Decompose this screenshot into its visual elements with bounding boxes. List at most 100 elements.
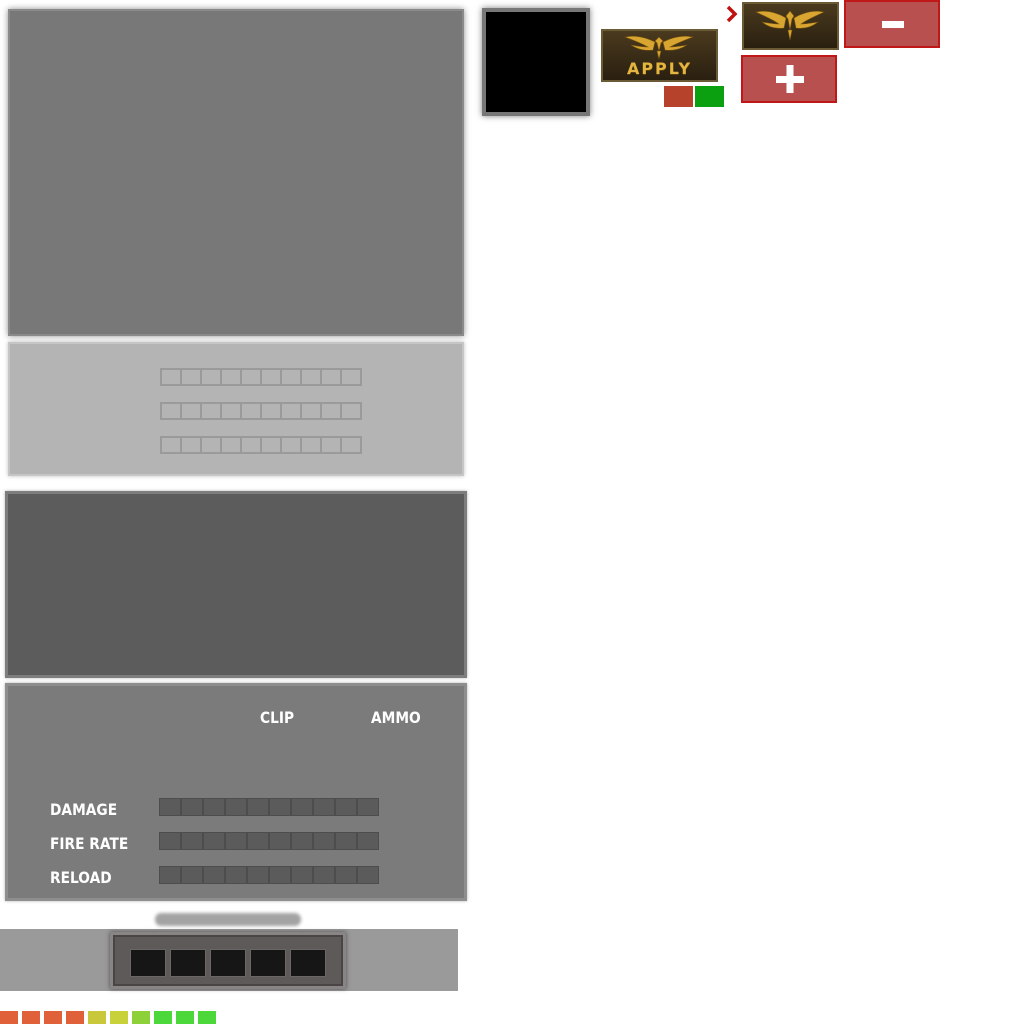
hotbar-slot[interactable] [210,949,246,977]
bar-segment [180,368,202,386]
apply-button[interactable]: APPLY [601,29,718,82]
color-ramp-square [198,1011,216,1024]
fire-rate-bar [159,832,379,850]
hotbar-slot[interactable] [130,949,166,977]
bar-segment [240,436,262,454]
color-ramp-square [88,1011,106,1024]
bar-segment [160,436,182,454]
bar-segment [280,402,302,420]
plus-button[interactable] [741,55,837,103]
bar-segment [240,402,262,420]
bar-segment [357,798,379,816]
minus-button[interactable] [844,0,940,48]
color-ramp-square [132,1011,150,1024]
damage-label: DAMAGE [50,800,118,819]
ammo-label: AMMO [371,708,421,727]
bar-segment [247,832,269,850]
bar-segment [291,866,313,884]
bar-segment [225,866,247,884]
bar-segment [159,866,181,884]
bar-segment [291,798,313,816]
bar-segment [180,402,202,420]
stat-bar-outline [160,436,362,454]
bar-segment [340,402,362,420]
bar-segment [181,798,203,816]
bar-segment [225,832,247,850]
weapon-preview-panel [8,9,464,336]
red-color-chip[interactable] [664,86,693,107]
minus-icon [882,21,904,28]
hotbar-handle[interactable] [155,913,301,926]
chevron-right-icon [726,5,738,23]
bar-segment [159,798,181,816]
bar-segment [181,832,203,850]
bar-segment [313,832,335,850]
emblem-button[interactable] [742,2,839,50]
damage-bar [159,798,379,816]
color-ramp-square [22,1011,40,1024]
color-ramp-square [154,1011,172,1024]
bar-segment [203,832,225,850]
bar-segment [160,368,182,386]
bar-segment [200,402,222,420]
color-ramp-square [110,1011,128,1024]
hotbar-slot[interactable] [290,949,326,977]
bar-segment [200,368,222,386]
bar-segment [300,436,322,454]
bar-segment [320,368,342,386]
bar-segment [225,798,247,816]
stat-bar-outline [160,402,362,420]
bar-segment [340,436,362,454]
bar-segment [357,866,379,884]
bar-segment [300,368,322,386]
color-swatch[interactable] [482,8,590,116]
bar-segment [335,866,357,884]
plus-icon [776,65,804,93]
bar-segment [335,798,357,816]
bar-segment [269,798,291,816]
bar-segment [220,436,242,454]
eagle-emblem-icon [755,10,825,41]
bar-segment [260,368,282,386]
bar-segment [313,866,335,884]
bar-segment [320,436,342,454]
bar-segment [200,436,222,454]
bar-segment [269,866,291,884]
stats-panel-template [8,342,464,476]
bar-segment [280,436,302,454]
bar-segment [260,436,282,454]
hotbar-slot[interactable] [250,949,286,977]
reload-label: RELOAD [50,868,112,887]
bar-segment [313,798,335,816]
bar-segment [247,798,269,816]
reload-bar [159,866,379,884]
clip-label: CLIP [260,708,295,727]
bar-segment [260,402,282,420]
apply-label: APPLY [626,59,693,78]
bar-segment [240,368,262,386]
bar-segment [357,832,379,850]
hotbar-slot[interactable] [170,949,206,977]
bar-segment [320,402,342,420]
bar-segment [291,832,313,850]
bar-segment [180,436,202,454]
bar-segment [159,832,181,850]
green-color-chip[interactable] [695,86,724,107]
color-ramp-square [44,1011,62,1024]
fire-rate-label: FIRE RATE [50,834,129,853]
color-ramp-square [0,1011,18,1024]
bar-segment [160,402,182,420]
bar-segment [247,866,269,884]
bar-segment [269,832,291,850]
weapon-stats-panel: CLIP AMMO DAMAGE FIRE RATE RELOAD [5,683,467,901]
stat-bar-outline [160,368,362,386]
bar-segment [220,402,242,420]
bar-segment [203,866,225,884]
hotbar [110,932,346,989]
color-ramp-square [66,1011,84,1024]
color-ramp-square [176,1011,194,1024]
bar-segment [335,832,357,850]
dark-info-panel [5,491,467,678]
bar-segment [280,368,302,386]
bar-segment [300,402,322,420]
